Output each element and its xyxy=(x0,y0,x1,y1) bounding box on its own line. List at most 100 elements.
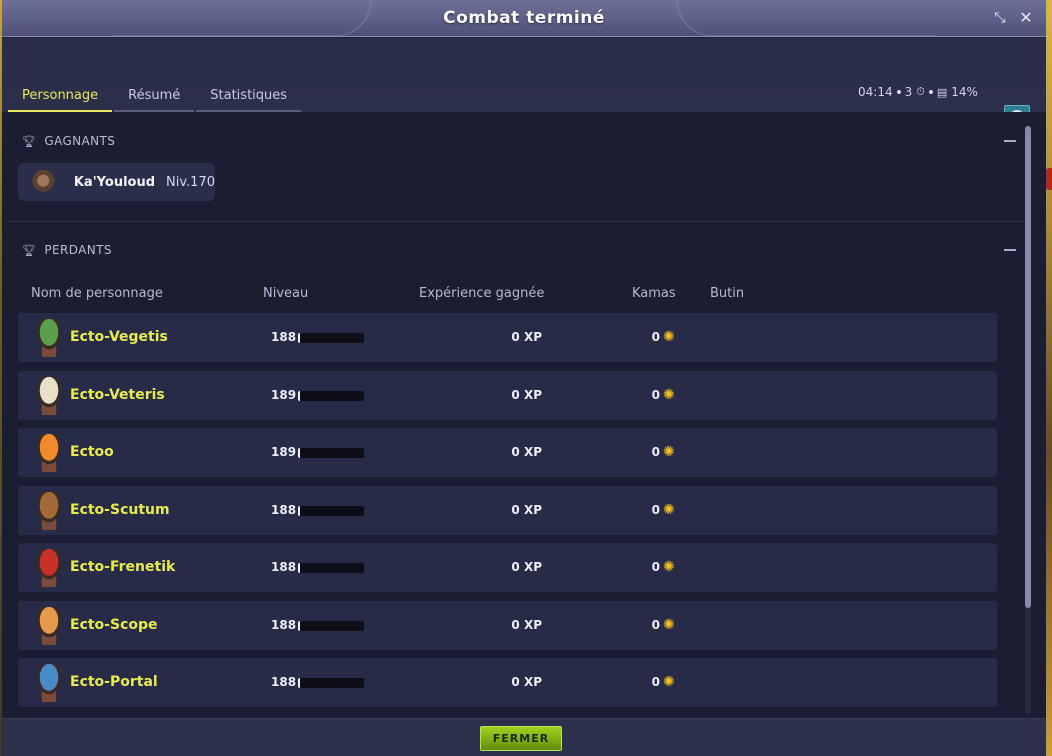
xp-gained: 0 XP xyxy=(511,502,542,517)
character-name: Ecto-Frenetik xyxy=(70,559,176,575)
character-level: 189 xyxy=(271,445,297,459)
results-panel: 🏆︎ GAGNANTS Ka'Youloud Niv.170 🏆︎ PERDAN… xyxy=(2,112,1046,718)
xp-progress-bar xyxy=(298,448,364,458)
kamas-gained: 0 xyxy=(651,560,660,574)
table-row[interactable]: Ecto-Veteris 189 0 XP 0 ✺ xyxy=(18,370,997,420)
kamas-gained: 0 xyxy=(651,617,660,632)
tab-statistiques[interactable]: Statistiques xyxy=(196,84,302,112)
separator-dot xyxy=(895,89,902,95)
table-row[interactable]: Ecto-Scutum 188 0 XP 0 ✺ xyxy=(18,485,997,535)
trophy-icon: 🏆︎ xyxy=(22,134,37,148)
kamas-gained: 0 xyxy=(651,675,660,689)
kama-icon: ✺ xyxy=(663,386,675,403)
xp-gained: 0 XP xyxy=(511,675,542,689)
winner-level: Niv.170 xyxy=(166,174,215,190)
avatar xyxy=(32,491,66,530)
avatar xyxy=(32,434,66,472)
treasure-chest-icon: ▤ xyxy=(936,85,948,99)
window-title: Combat terminé xyxy=(443,8,605,28)
title-bar: Combat terminé ⤡ ✕ xyxy=(2,0,1046,37)
xp-progress-bar xyxy=(298,505,364,516)
close-button[interactable]: FERMER xyxy=(480,726,562,751)
kama-icon: ✺ xyxy=(663,559,675,575)
avatar xyxy=(32,319,66,357)
winner-name: Ka'Youloud xyxy=(73,174,156,190)
character-name: Ecto-Portal xyxy=(70,674,158,690)
avatar xyxy=(32,169,57,195)
character-name: Ecto-Vegetis xyxy=(70,329,168,345)
tab-resume[interactable]: Résumé xyxy=(114,84,195,112)
kama-icon: ✺ xyxy=(663,616,675,633)
kama-icon: ✺ xyxy=(663,444,675,460)
xp-progress-fill xyxy=(298,448,300,458)
character-level: 189 xyxy=(271,387,297,402)
losers-heading: 🏆︎ PERDANTS xyxy=(22,242,112,258)
xp-progress-bar xyxy=(298,390,364,401)
column-header-name[interactable]: Nom de personnage xyxy=(31,286,163,301)
column-header-xp[interactable]: Expérience gagnée xyxy=(419,286,544,301)
kama-icon: ✺ xyxy=(663,501,675,518)
trophy-icon: 🏆︎ xyxy=(22,243,37,257)
kama-icon: ✺ xyxy=(663,674,675,690)
avatar xyxy=(32,606,66,645)
losers-heading-label: PERDANTS xyxy=(44,243,112,257)
close-icon[interactable]: ✕ xyxy=(1018,10,1034,26)
scrollbar-thumb[interactable] xyxy=(1025,126,1031,608)
separator-dot xyxy=(927,89,934,95)
character-name: Ecto-Veteris xyxy=(70,386,165,403)
winners-heading-label: GAGNANTS xyxy=(44,134,116,148)
kamas-gained: 0 xyxy=(651,387,660,402)
column-header-loot[interactable]: Butin xyxy=(710,286,744,301)
xp-progress-fill xyxy=(298,620,300,631)
character-level: 188 xyxy=(271,330,297,344)
xp-progress-fill xyxy=(298,505,300,516)
column-header-kamas[interactable]: Kamas xyxy=(632,286,676,301)
xp-progress-fill xyxy=(298,563,300,573)
winners-heading: 🏆︎ GAGNANTS xyxy=(22,133,115,149)
xp-gained: 0 XP xyxy=(511,617,542,632)
character-level: 188 xyxy=(271,560,297,574)
xp-progress-bar xyxy=(298,333,364,343)
stopwatch-icon: ⏱ xyxy=(916,85,925,98)
kamas-gained: 0 xyxy=(651,502,660,517)
table-row[interactable]: Ecto-Vegetis 188 0 XP 0 ✺ xyxy=(18,313,997,362)
turn-count: 3 xyxy=(904,85,913,99)
xp-progress-fill xyxy=(298,678,300,688)
avatar xyxy=(32,664,66,702)
xp-progress-fill xyxy=(298,333,300,343)
character-level: 188 xyxy=(271,675,297,689)
avatar xyxy=(32,549,66,587)
tab-personnage[interactable]: Personnage xyxy=(8,84,113,112)
xp-gained: 0 XP xyxy=(511,330,542,344)
collapse-losers-button[interactable] xyxy=(1004,249,1016,251)
table-row[interactable]: Ecto-Frenetik 188 0 XP 0 ✺ xyxy=(18,543,997,592)
tab-bar: Personnage Résumé Statistiques xyxy=(8,84,303,112)
table-row[interactable]: Ecto-Scope 188 0 XP 0 ✺ xyxy=(18,600,997,650)
xp-gained: 0 XP xyxy=(511,387,542,402)
kama-icon: ✺ xyxy=(663,329,675,345)
xp-progress-bar xyxy=(298,620,364,631)
xp-progress-bar xyxy=(298,678,364,688)
header-bar: Personnage Résumé Statistiques 04:14 3 ⏱… xyxy=(2,38,1046,131)
character-level: 188 xyxy=(271,617,297,632)
column-header-level[interactable]: Niveau xyxy=(263,286,308,301)
character-name: Ecto-Scope xyxy=(70,616,158,633)
character-name: Ectoo xyxy=(70,444,114,460)
xp-gained: 0 XP xyxy=(511,445,542,459)
character-name: Ecto-Scutum xyxy=(70,501,170,518)
collapse-winners-button[interactable] xyxy=(1004,140,1016,142)
footer-bar: FERMER xyxy=(2,718,1046,756)
fight-duration: 04:14 xyxy=(858,85,893,99)
winner-card[interactable]: Ka'Youloud Niv.170 xyxy=(18,163,215,201)
section-divider xyxy=(8,221,1024,222)
table-row[interactable]: Ecto-Portal 188 0 XP 0 ✺ xyxy=(18,658,997,707)
combat-result-window: Combat terminé ⤡ ✕ Personnage Résumé Sta… xyxy=(2,0,1046,756)
fight-stats: 04:14 3 ⏱ ▤ 14% xyxy=(858,84,978,100)
xp-progress-fill xyxy=(298,390,300,401)
kamas-gained: 0 xyxy=(651,445,660,459)
xp-progress-bar xyxy=(298,563,364,573)
table-row[interactable]: Ectoo 189 0 XP 0 ✺ xyxy=(18,428,997,477)
loot-percent: 14% xyxy=(951,85,978,99)
kamas-gained: 0 xyxy=(651,330,660,344)
minimize-icon[interactable]: ⤡ xyxy=(992,10,1008,26)
